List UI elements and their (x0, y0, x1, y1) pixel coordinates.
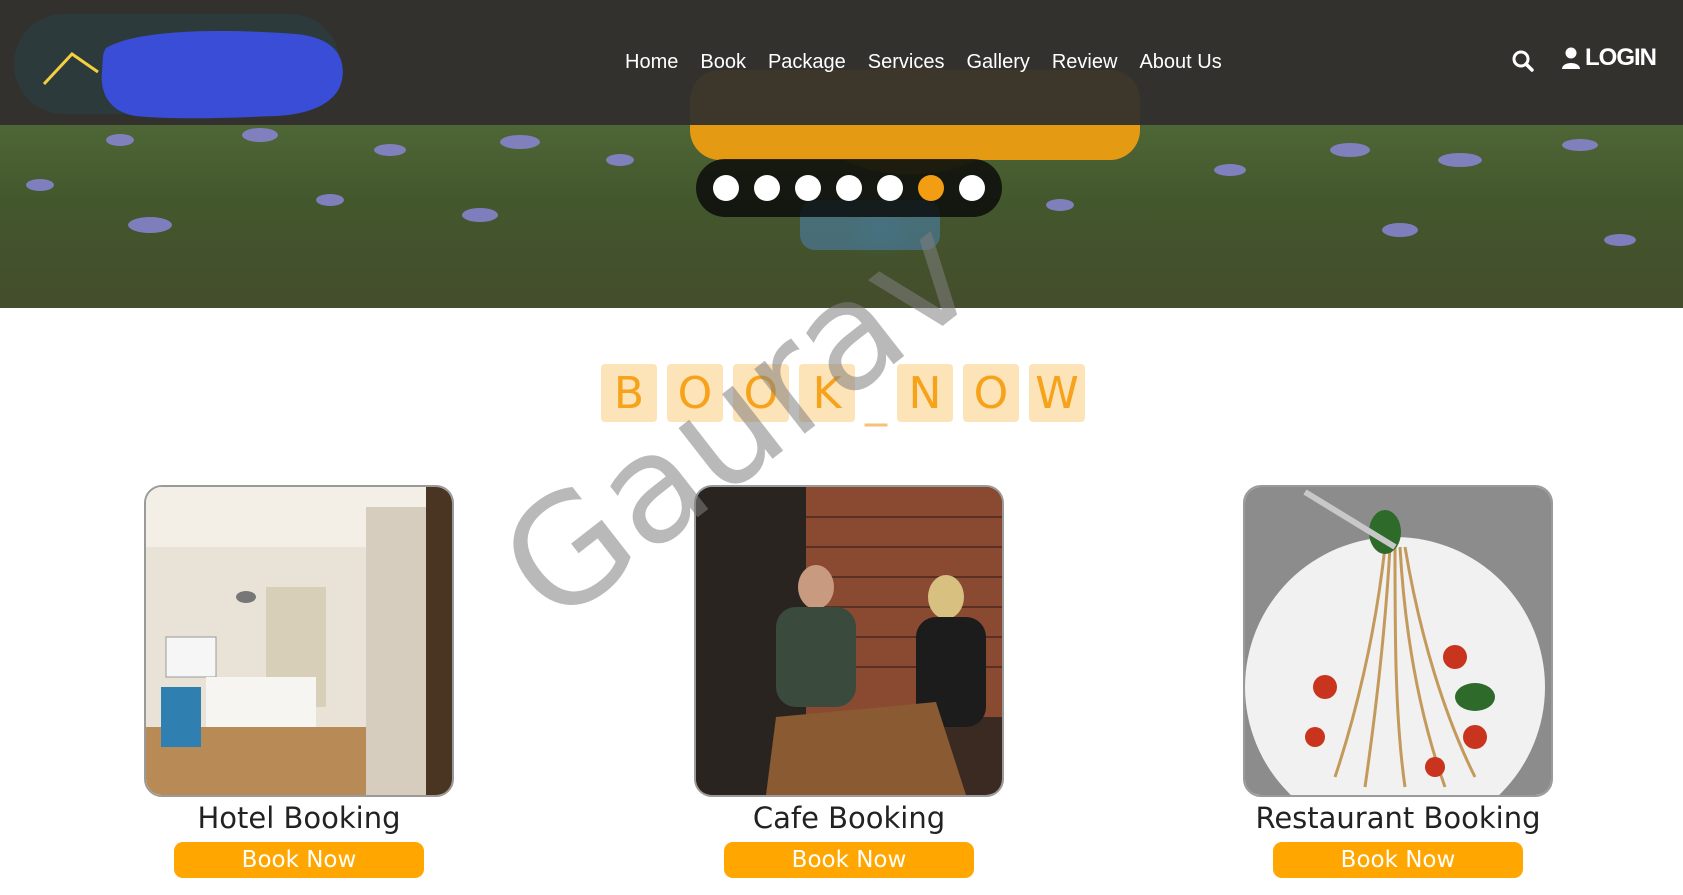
logo[interactable] (14, 14, 343, 119)
hero-banner: Home Book Package Services Gallery Revie… (0, 0, 1683, 308)
nav-menu: Home Book Package Services Gallery Revie… (614, 47, 1233, 77)
title-letter: W (1029, 364, 1085, 422)
card-hotel: Hotel Booking Book Now (144, 485, 454, 878)
nav-book[interactable]: Book (689, 47, 757, 77)
card-restaurant: Restaurant Booking Book Now (1243, 485, 1553, 878)
login-button[interactable]: LOGIN (1561, 44, 1657, 72)
title-letter: O (733, 364, 789, 422)
title-letter: B (601, 364, 657, 422)
card-cafe: Cafe Booking Book Now (694, 485, 1004, 878)
slider-dot-active[interactable] (918, 175, 944, 201)
book-now-button[interactable]: Book Now (724, 842, 974, 878)
nav-package[interactable]: Package (757, 47, 857, 77)
slider-dot[interactable] (795, 175, 821, 201)
nav-gallery[interactable]: Gallery (956, 47, 1041, 77)
book-now-button[interactable]: Book Now (1273, 842, 1523, 878)
nav-review[interactable]: Review (1041, 47, 1129, 77)
logo-roof-icon (42, 52, 99, 86)
slider-dot[interactable] (836, 175, 862, 201)
logo-redaction (101, 30, 343, 119)
card-title: Restaurant Booking (1255, 801, 1541, 835)
slider-dot[interactable] (877, 175, 903, 201)
nav-services[interactable]: Services (857, 47, 956, 77)
login-label: LOGIN (1585, 44, 1657, 71)
title-letter: N (897, 364, 953, 422)
slider-dot[interactable] (959, 175, 985, 201)
title-letter: O (667, 364, 723, 422)
slider-dot[interactable] (713, 175, 739, 201)
card-title: Cafe Booking (752, 801, 946, 835)
user-icon (1562, 47, 1580, 69)
slider-dots (696, 159, 1002, 217)
nav-about-us[interactable]: About Us (1128, 47, 1232, 77)
slider-dot[interactable] (754, 175, 780, 201)
card-title: Hotel Booking (197, 801, 401, 835)
book-now-button[interactable]: Book Now (174, 842, 424, 878)
search-icon[interactable] (1512, 50, 1534, 72)
title-underscore: _ (865, 376, 887, 427)
hotel-image (144, 485, 454, 797)
navbar: Home Book Package Services Gallery Revie… (0, 0, 1683, 125)
restaurant-image (1243, 485, 1553, 797)
title-letter: K (799, 364, 855, 422)
title-letter: O (963, 364, 1019, 422)
section-title: B O O K _ N O W (601, 364, 1085, 427)
cafe-image (694, 485, 1004, 797)
nav-home[interactable]: Home (614, 47, 689, 77)
